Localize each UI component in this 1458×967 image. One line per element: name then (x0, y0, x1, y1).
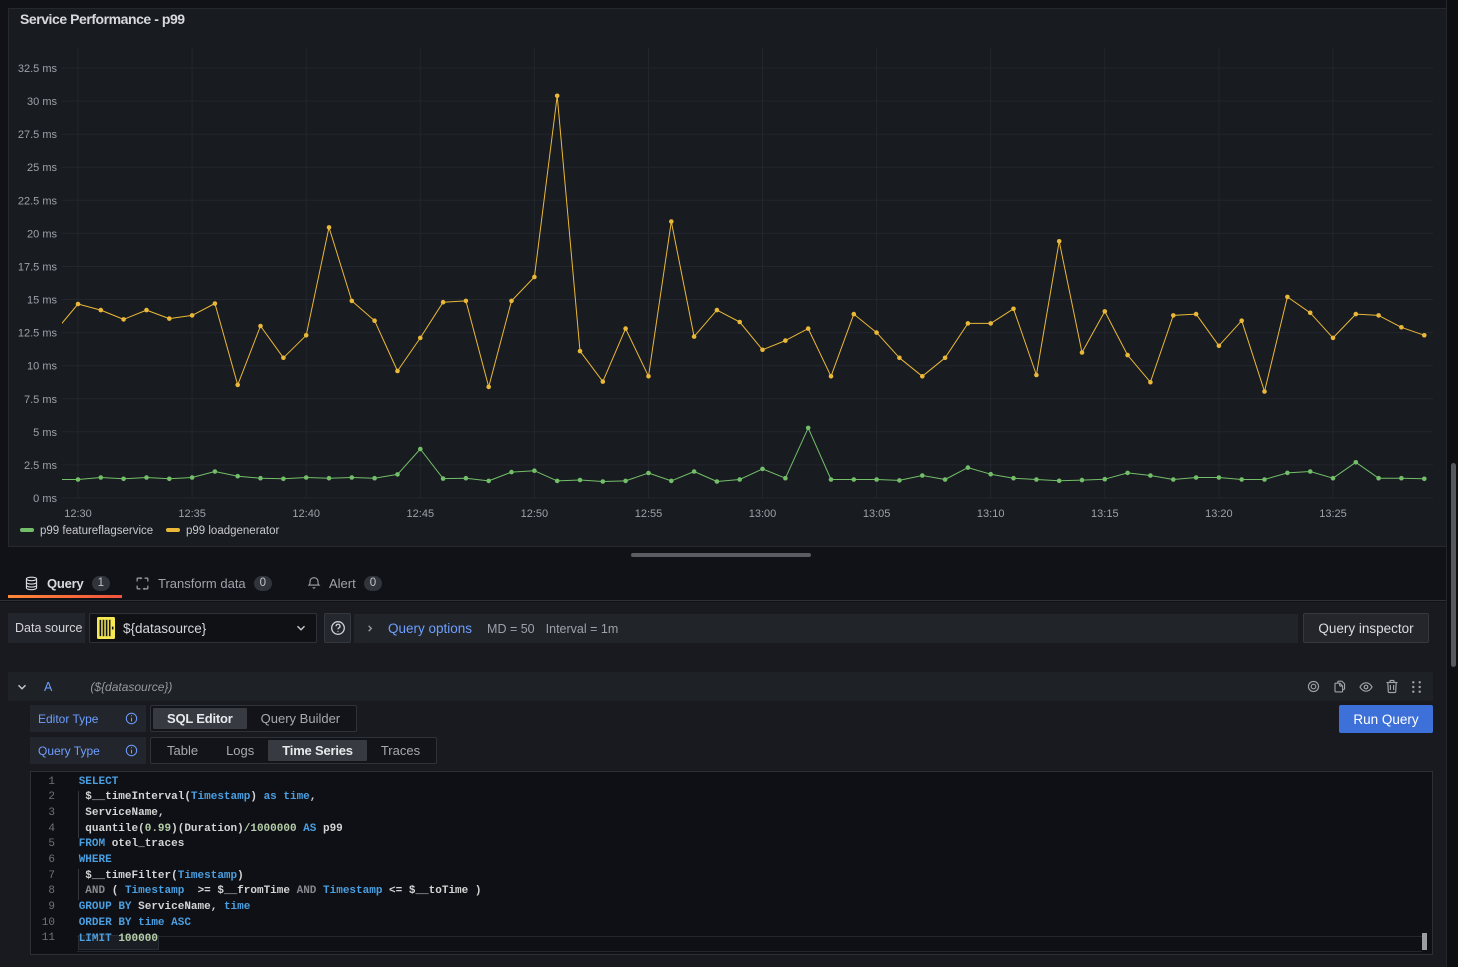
svg-text:5 ms: 5 ms (33, 427, 57, 439)
svg-text:27.5 ms: 27.5 ms (18, 129, 58, 141)
svg-text:30 ms: 30 ms (27, 96, 57, 108)
svg-text:13:05: 13:05 (863, 508, 891, 520)
svg-text:7.5 ms: 7.5 ms (24, 394, 58, 406)
svg-text:12:50: 12:50 (521, 508, 549, 520)
svg-text:10 ms: 10 ms (27, 361, 57, 373)
svg-text:13:10: 13:10 (977, 508, 1005, 520)
svg-text:25 ms: 25 ms (27, 162, 57, 174)
svg-text:0 ms: 0 ms (33, 493, 57, 505)
svg-text:12:35: 12:35 (178, 508, 206, 520)
svg-text:20 ms: 20 ms (27, 228, 57, 240)
svg-text:13:20: 13:20 (1205, 508, 1233, 520)
svg-text:12.5 ms: 12.5 ms (18, 328, 58, 340)
svg-text:22.5 ms: 22.5 ms (18, 195, 58, 207)
svg-text:12:30: 12:30 (64, 508, 92, 520)
svg-text:13:25: 13:25 (1319, 508, 1347, 520)
svg-text:12:40: 12:40 (292, 508, 320, 520)
svg-text:2.5 ms: 2.5 ms (24, 460, 58, 472)
svg-text:13:15: 13:15 (1091, 508, 1119, 520)
svg-text:12:45: 12:45 (407, 508, 435, 520)
svg-text:32.5 ms: 32.5 ms (18, 63, 58, 75)
svg-text:12:55: 12:55 (635, 508, 663, 520)
svg-text:13:00: 13:00 (749, 508, 777, 520)
svg-text:15 ms: 15 ms (27, 295, 57, 307)
svg-text:17.5 ms: 17.5 ms (18, 262, 58, 274)
